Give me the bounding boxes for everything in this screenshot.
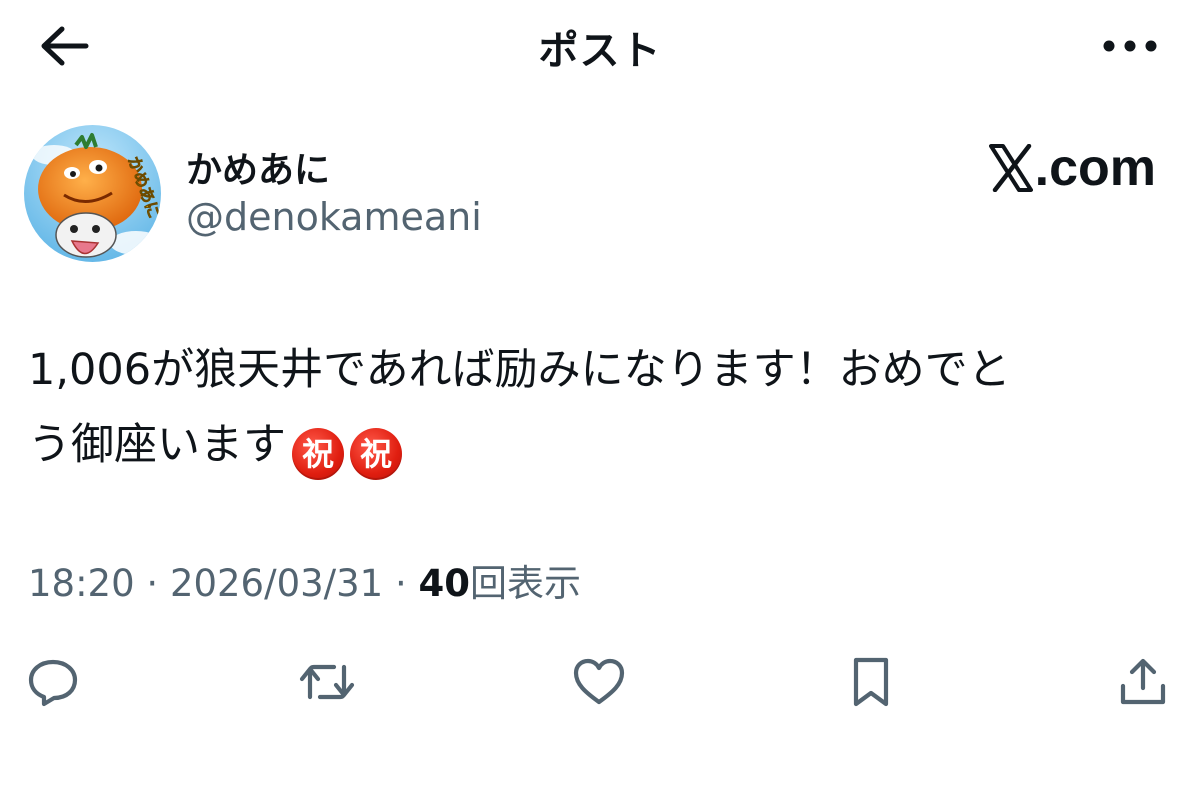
reply-icon bbox=[28, 659, 78, 707]
bookmark-button[interactable] bbox=[836, 650, 906, 714]
more-options-button[interactable] bbox=[1100, 26, 1160, 66]
more-horizontal-icon bbox=[1103, 40, 1157, 52]
views-label: 回表示 bbox=[470, 562, 581, 605]
post-text-line-2: う御座います bbox=[28, 420, 286, 470]
share-button[interactable] bbox=[1108, 650, 1178, 714]
celebration-emoji-icon: 祝 bbox=[292, 428, 344, 480]
post-text: 1,006が狼天井であれば励みになります！おめでと う御座います祝祝 bbox=[28, 333, 1168, 483]
repost-icon bbox=[299, 664, 355, 700]
author-handle[interactable]: @denokameani bbox=[186, 195, 482, 239]
page-title: ポスト bbox=[538, 28, 662, 74]
like-button[interactable] bbox=[564, 650, 634, 714]
meta-separator: · bbox=[134, 562, 170, 605]
x-logo-icon bbox=[988, 144, 1033, 192]
post-text-line-1: 1,006が狼天井であれば励みになります！おめでと bbox=[28, 345, 1011, 395]
top-bar: ポスト bbox=[0, 0, 1200, 95]
post-meta: 18:20 · 2026/03/31 · 40回表示 bbox=[28, 553, 581, 607]
views-count[interactable]: 40 bbox=[419, 562, 471, 605]
heart-icon bbox=[573, 658, 625, 705]
author-name[interactable]: かめあに bbox=[186, 141, 330, 193]
reply-button[interactable] bbox=[18, 650, 88, 714]
post-date: 2026/03/31 bbox=[169, 562, 384, 605]
action-bar bbox=[0, 650, 1200, 720]
post-time: 18:20 bbox=[28, 562, 135, 605]
watermark-text: .com bbox=[1034, 139, 1156, 197]
repost-button[interactable] bbox=[292, 650, 362, 714]
x-com-watermark: .com bbox=[988, 138, 1156, 198]
avatar[interactable]: かめあに bbox=[24, 125, 161, 262]
share-icon bbox=[1120, 658, 1166, 705]
meta-separator: · bbox=[383, 562, 419, 605]
celebration-emoji-icon: 祝 bbox=[350, 428, 402, 480]
bookmark-icon bbox=[853, 657, 889, 707]
